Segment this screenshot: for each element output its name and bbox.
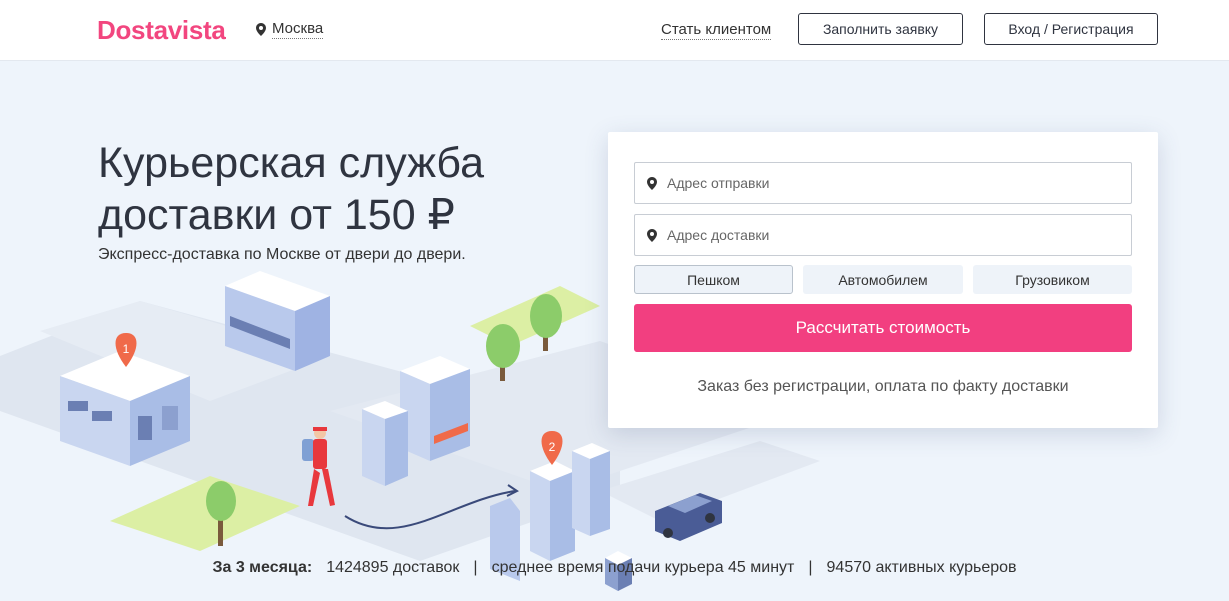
stats-avg-time: среднее время подачи курьера 45 минут	[491, 559, 795, 576]
delivery-address-input[interactable]	[667, 227, 1107, 243]
svg-text:2: 2	[549, 440, 556, 454]
city-label: Москва	[272, 20, 324, 39]
svg-text:1: 1	[123, 342, 130, 356]
transport-car-tab[interactable]: Автомобилем	[803, 265, 963, 294]
calculate-cost-button[interactable]: Рассчитать стоимость	[634, 304, 1132, 352]
stats-deliveries: 1424895 доставок	[326, 559, 460, 576]
become-client-link[interactable]: Стать клиентом	[661, 21, 772, 40]
order-form-card: Пешком Автомобилем Грузовиком Рассчитать…	[608, 132, 1158, 428]
hero-section: Курьерская служба доставки от 150 ₽ Эксп…	[0, 61, 1229, 601]
stats-separator: |	[473, 559, 478, 576]
login-register-button[interactable]: Вход / Регистрация	[984, 13, 1158, 45]
stats-bar: За 3 месяца: 1424895 доставок | среднее …	[0, 559, 1229, 577]
logo[interactable]: Dostavista	[97, 15, 226, 46]
stats-couriers: 94570 активных курьеров	[826, 559, 1017, 576]
stats-separator: |	[808, 559, 813, 576]
fill-request-button[interactable]: Заполнить заявку	[798, 13, 963, 45]
header: Dostavista Москва Стать клиентом Заполни…	[0, 0, 1229, 61]
order-note: Заказ без регистрации, оплата по факту д…	[697, 378, 1069, 395]
delivery-address-field[interactable]	[634, 214, 1132, 256]
map-pin-icon	[256, 23, 266, 36]
stats-label: За 3 месяца:	[212, 559, 313, 576]
map-pin-icon	[647, 228, 657, 242]
pickup-address-field[interactable]	[634, 162, 1132, 204]
transport-walk-tab[interactable]: Пешком	[634, 265, 793, 294]
transport-truck-tab[interactable]: Грузовиком	[973, 265, 1132, 294]
city-selector[interactable]: Москва	[256, 20, 324, 39]
pickup-address-input[interactable]	[667, 175, 1107, 191]
hero-headline: Курьерская служба доставки от 150 ₽	[98, 139, 484, 239]
map-pin-icon	[647, 176, 657, 190]
